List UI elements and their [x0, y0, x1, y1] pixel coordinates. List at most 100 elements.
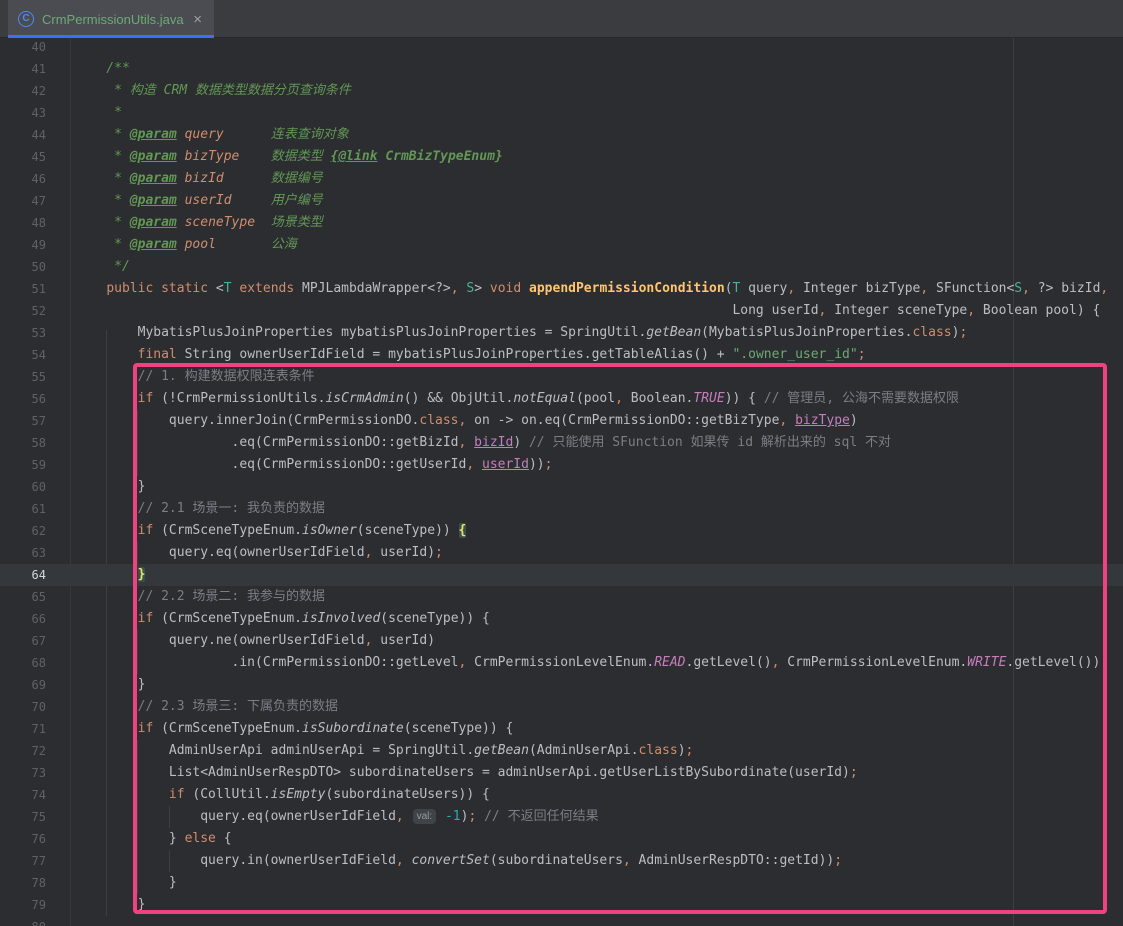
- code-line-74[interactable]: 74 if (CollUtil.isEmpty(subordinateUsers…: [0, 784, 1123, 806]
- code-line-63[interactable]: 63 query.eq(ownerUserIdField, userId);: [0, 542, 1123, 564]
- line-number[interactable]: 49: [0, 234, 46, 256]
- code-line-79[interactable]: 79 }: [0, 894, 1123, 916]
- line-number[interactable]: 53: [0, 322, 46, 344]
- tab-crmpermissionutils[interactable]: C CrmPermissionUtils.java ×: [8, 0, 214, 38]
- code-text: * @param sceneType 场景类型: [75, 212, 323, 234]
- line-number[interactable]: 46: [0, 168, 46, 190]
- line-number[interactable]: 44: [0, 124, 46, 146]
- code-line-64[interactable]: 64 }: [0, 564, 1123, 586]
- code-line-75[interactable]: 75 query.eq(ownerUserIdField, val: -1); …: [0, 806, 1123, 828]
- code-line-59[interactable]: 59 .eq(CrmPermissionDO::getUserId, userI…: [0, 454, 1123, 476]
- line-number[interactable]: 59: [0, 454, 46, 476]
- code-line-45[interactable]: 45 * @param bizType 数据类型 {@link CrmBizTy…: [0, 146, 1123, 168]
- line-number[interactable]: 52: [0, 300, 46, 322]
- code-line-70[interactable]: 70 // 2.3 场景三: 下属负责的数据: [0, 696, 1123, 718]
- code-text: query.innerJoin(CrmPermissionDO.class, o…: [75, 410, 858, 432]
- code-line-40[interactable]: 40: [0, 38, 1123, 58]
- code-line-54[interactable]: 54 final String ownerUserIdField = mybat…: [0, 344, 1123, 366]
- code-line-73[interactable]: 73 List<AdminUserRespDTO> subordinateUse…: [0, 762, 1123, 784]
- code-line-71[interactable]: 71 if (CrmSceneTypeEnum.isSubordinate(sc…: [0, 718, 1123, 740]
- line-number[interactable]: 78: [0, 872, 46, 894]
- code-text: AdminUserApi adminUserApi = SpringUtil.g…: [75, 740, 693, 762]
- line-number[interactable]: 40: [0, 38, 46, 58]
- code-text: if (CrmSceneTypeEnum.isOwner(sceneType))…: [75, 520, 466, 542]
- code-line-62[interactable]: 62 if (CrmSceneTypeEnum.isOwner(sceneTyp…: [0, 520, 1123, 542]
- code-line-80[interactable]: 80: [0, 916, 1123, 926]
- code-text: if (!CrmPermissionUtils.isCrmAdmin() && …: [75, 388, 959, 410]
- code-line-76[interactable]: 76 } else {: [0, 828, 1123, 850]
- code-line-77[interactable]: 77 query.in(ownerUserIdField, convertSet…: [0, 850, 1123, 872]
- line-number[interactable]: 41: [0, 58, 46, 80]
- line-number[interactable]: 66: [0, 608, 46, 630]
- code-editor[interactable]: 4041 /**42 * 构造 CRM 数据类型数据分页查询条件43 *44 *…: [0, 38, 1123, 926]
- code-line-66[interactable]: 66 if (CrmSceneTypeEnum.isInvolved(scene…: [0, 608, 1123, 630]
- line-number[interactable]: 77: [0, 850, 46, 872]
- line-number[interactable]: 79: [0, 894, 46, 916]
- code-line-72[interactable]: 72 AdminUserApi adminUserApi = SpringUti…: [0, 740, 1123, 762]
- code-line-78[interactable]: 78 }: [0, 872, 1123, 894]
- line-number[interactable]: 72: [0, 740, 46, 762]
- code-line-69[interactable]: 69 }: [0, 674, 1123, 696]
- tab-close-icon[interactable]: ×: [191, 12, 204, 27]
- line-number[interactable]: 80: [0, 916, 46, 926]
- line-number[interactable]: 62: [0, 520, 46, 542]
- code-text: .in(CrmPermissionDO::getLevel, CrmPermis…: [75, 652, 1108, 674]
- code-text: }: [75, 476, 145, 498]
- line-number[interactable]: 69: [0, 674, 46, 696]
- code-text: List<AdminUserRespDTO> subordinateUsers …: [75, 762, 858, 784]
- line-number[interactable]: 42: [0, 80, 46, 102]
- line-number[interactable]: 48: [0, 212, 46, 234]
- line-number[interactable]: 65: [0, 586, 46, 608]
- code-line-67[interactable]: 67 query.ne(ownerUserIdField, userId): [0, 630, 1123, 652]
- line-number[interactable]: 75: [0, 806, 46, 828]
- line-number[interactable]: 45: [0, 146, 46, 168]
- line-number[interactable]: 74: [0, 784, 46, 806]
- line-number[interactable]: 76: [0, 828, 46, 850]
- code-text: MybatisPlusJoinProperties mybatisPlusJoi…: [75, 322, 967, 344]
- code-line-51[interactable]: 51 public static <T extends MPJLambdaWra…: [0, 278, 1123, 300]
- line-number[interactable]: 73: [0, 762, 46, 784]
- line-number[interactable]: 54: [0, 344, 46, 366]
- line-number[interactable]: 68: [0, 652, 46, 674]
- line-number[interactable]: 56: [0, 388, 46, 410]
- code-line-42[interactable]: 42 * 构造 CRM 数据类型数据分页查询条件: [0, 80, 1123, 102]
- code-line-58[interactable]: 58 .eq(CrmPermissionDO::getBizId, bizId)…: [0, 432, 1123, 454]
- line-number[interactable]: 70: [0, 696, 46, 718]
- code-text: * @param bizType 数据类型 {@link CrmBizTypeE…: [75, 146, 503, 168]
- code-text: query.ne(ownerUserIdField, userId): [75, 630, 435, 652]
- code-line-52[interactable]: 52 Long userId, Integer sceneType, Boole…: [0, 300, 1123, 322]
- code-text: * @param query 连表查询对象: [75, 124, 349, 146]
- line-number[interactable]: 55: [0, 366, 46, 388]
- line-number[interactable]: 67: [0, 630, 46, 652]
- code-line-56[interactable]: 56 if (!CrmPermissionUtils.isCrmAdmin() …: [0, 388, 1123, 410]
- line-number[interactable]: 71: [0, 718, 46, 740]
- code-line-48[interactable]: 48 * @param sceneType 场景类型: [0, 212, 1123, 234]
- code-line-55[interactable]: 55 // 1. 构建数据权限连表条件: [0, 366, 1123, 388]
- code-text: } else {: [75, 828, 232, 850]
- code-line-57[interactable]: 57 query.innerJoin(CrmPermissionDO.class…: [0, 410, 1123, 432]
- code-line-49[interactable]: 49 * @param pool 公海: [0, 234, 1123, 256]
- line-number[interactable]: 60: [0, 476, 46, 498]
- code-line-46[interactable]: 46 * @param bizId 数据编号: [0, 168, 1123, 190]
- code-text: * @param bizId 数据编号: [75, 168, 323, 190]
- code-text: if (CrmSceneTypeEnum.isSubordinate(scene…: [75, 718, 513, 740]
- code-line-44[interactable]: 44 * @param query 连表查询对象: [0, 124, 1123, 146]
- code-line-68[interactable]: 68 .in(CrmPermissionDO::getLevel, CrmPer…: [0, 652, 1123, 674]
- code-line-53[interactable]: 53 MybatisPlusJoinProperties mybatisPlus…: [0, 322, 1123, 344]
- line-number[interactable]: 61: [0, 498, 46, 520]
- code-line-47[interactable]: 47 * @param userId 用户编号: [0, 190, 1123, 212]
- line-number[interactable]: 64: [0, 564, 46, 586]
- line-number[interactable]: 57: [0, 410, 46, 432]
- line-number[interactable]: 43: [0, 102, 46, 124]
- line-number[interactable]: 63: [0, 542, 46, 564]
- line-number[interactable]: 51: [0, 278, 46, 300]
- code-line-41[interactable]: 41 /**: [0, 58, 1123, 80]
- line-number[interactable]: 58: [0, 432, 46, 454]
- code-line-50[interactable]: 50 */: [0, 256, 1123, 278]
- line-number[interactable]: 47: [0, 190, 46, 212]
- code-line-65[interactable]: 65 // 2.2 场景二: 我参与的数据: [0, 586, 1123, 608]
- code-line-61[interactable]: 61 // 2.1 场景一: 我负责的数据: [0, 498, 1123, 520]
- line-number[interactable]: 50: [0, 256, 46, 278]
- code-line-60[interactable]: 60 }: [0, 476, 1123, 498]
- code-line-43[interactable]: 43 *: [0, 102, 1123, 124]
